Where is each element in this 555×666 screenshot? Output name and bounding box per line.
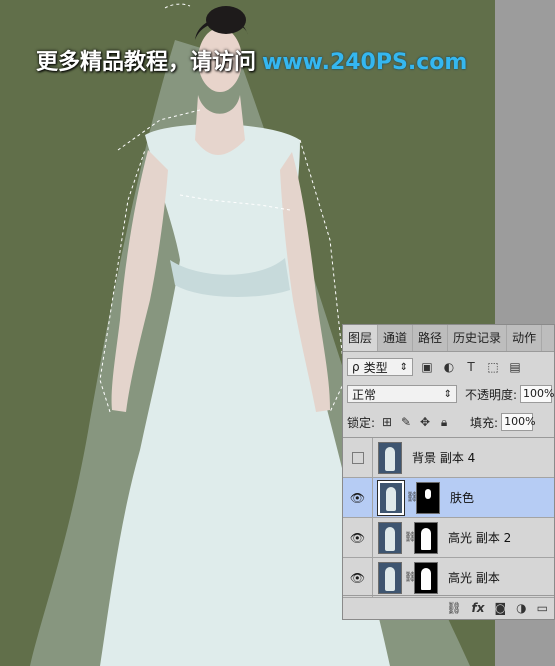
layer-mask-thumbnail[interactable] — [414, 561, 438, 594]
lock-position-icon[interactable]: ✥ — [417, 414, 433, 430]
tab-layers[interactable]: 图层 — [343, 325, 379, 351]
filter-kind-select[interactable]: ρ 类型 ⇕ — [347, 358, 413, 376]
watermark-chinese: 更多精品教程，请访问 — [36, 50, 257, 75]
fill-input[interactable]: 100% — [501, 413, 536, 431]
layer-row-selected[interactable]: 👁︎ ⛓︎ 肤色 — [343, 477, 554, 518]
panel-bottom-bar: ⛓︎ fx ◙ ◑ ▭ — [343, 595, 554, 619]
filter-kind-label: 类型 — [363, 360, 388, 375]
layer-thumbnail[interactable] — [378, 561, 402, 594]
smart-object-icon[interactable]: ▤ — [507, 359, 523, 375]
tab-channels[interactable]: 通道 — [378, 325, 414, 351]
layers-panel: 图层 通道 路径 历史记录 动作 ρ 类型 ⇕ ▣ ◐ T ⬚ ▤ 正常 ⇕ 不… — [342, 324, 555, 620]
chain-link-icon[interactable]: ⛓︎ — [404, 532, 417, 543]
tab-actions[interactable]: 动作 — [507, 325, 543, 351]
layer-filter-row: ρ 类型 ⇕ ▣ ◐ T ⬚ ▤ — [347, 355, 552, 379]
layer-row[interactable]: 👁︎ ⛓︎ 高光 副本 — [343, 557, 554, 598]
adjustment-circle-icon[interactable]: ◐ — [441, 359, 457, 375]
search-icon: ρ — [352, 360, 360, 374]
layer-name[interactable]: 肤色 — [450, 489, 474, 506]
chevron-updown-icon: ⇕ — [443, 388, 452, 400]
visibility-off-box — [351, 451, 364, 464]
blend-mode-value: 正常 — [352, 387, 377, 402]
add-mask-icon[interactable]: ◙ — [495, 601, 507, 615]
layer-row[interactable]: 背景 副本 4 — [343, 437, 554, 478]
layer-mask-thumbnail[interactable] — [416, 481, 440, 514]
shape-icon[interactable]: ⬚ — [485, 359, 501, 375]
lock-row: 锁定: ⊞ ✎ ✥ 🔒︎ 填充: 100% — [347, 411, 555, 433]
chain-link-icon[interactable]: ⛓︎ — [406, 492, 419, 503]
blend-row: 正常 ⇕ 不透明度: 100% — [347, 383, 555, 405]
layer-thumbnail[interactable] — [378, 521, 402, 554]
blend-mode-select[interactable]: 正常 ⇕ — [347, 385, 457, 403]
visibility-toggle[interactable]: 👁︎ — [343, 557, 373, 598]
tab-history[interactable]: 历史记录 — [448, 325, 508, 351]
layer-mask-thumbnail[interactable] — [414, 521, 438, 554]
adjustment-icon[interactable]: ◑ — [516, 601, 526, 615]
tab-paths[interactable]: 路径 — [413, 325, 449, 351]
layer-row[interactable]: 👁︎ ⛓︎ 高光 副本 2 — [343, 517, 554, 558]
fx-icon[interactable]: fx — [472, 601, 485, 615]
layer-thumbnail[interactable] — [378, 441, 402, 474]
eye-icon: 👁︎ — [349, 530, 366, 545]
chevron-updown-icon: ⇕ — [399, 361, 408, 373]
layer-name[interactable]: 背景 副本 4 — [412, 449, 475, 466]
lock-label: 锁定: — [347, 415, 376, 430]
fill-label: 填充: — [470, 415, 499, 430]
layer-list: 背景 副本 4 👁︎ ⛓︎ 肤色 👁︎ ⛓︎ 高光 副本 2 👁︎ ⛓︎ 高光 … — [343, 437, 554, 598]
layer-name[interactable]: 高光 副本 — [448, 569, 500, 586]
layer-name[interactable]: 高光 副本 2 — [448, 529, 511, 546]
text-icon[interactable]: T — [463, 359, 479, 375]
opacity-input[interactable]: 100% — [520, 385, 555, 403]
visibility-toggle[interactable]: 👁︎ — [343, 477, 373, 518]
watermark: 更多精品教程，请访问 www.240PS.com — [36, 44, 467, 76]
lock-all-icon[interactable]: 🔒︎ — [436, 414, 452, 430]
panel-tabs: 图层 通道 路径 历史记录 动作 — [343, 325, 554, 352]
visibility-toggle[interactable]: 👁︎ — [343, 517, 373, 558]
hair-bun — [206, 6, 246, 34]
visibility-toggle[interactable] — [343, 437, 373, 478]
eye-icon: 👁︎ — [349, 490, 366, 505]
opacity-label: 不透明度: — [465, 387, 518, 402]
eye-icon: 👁︎ — [349, 570, 366, 585]
watermark-url: www.240PS.com — [262, 50, 468, 75]
lock-pixels-icon[interactable]: ✎ — [398, 414, 414, 430]
image-icon[interactable]: ▣ — [419, 359, 435, 375]
lock-transparent-icon[interactable]: ⊞ — [379, 414, 395, 430]
chain-link-icon[interactable]: ⛓︎ — [404, 572, 417, 583]
link-icon[interactable]: ⛓︎ — [446, 601, 461, 615]
layer-thumbnail[interactable] — [377, 479, 405, 516]
new-group-icon[interactable]: ▭ — [537, 601, 548, 615]
